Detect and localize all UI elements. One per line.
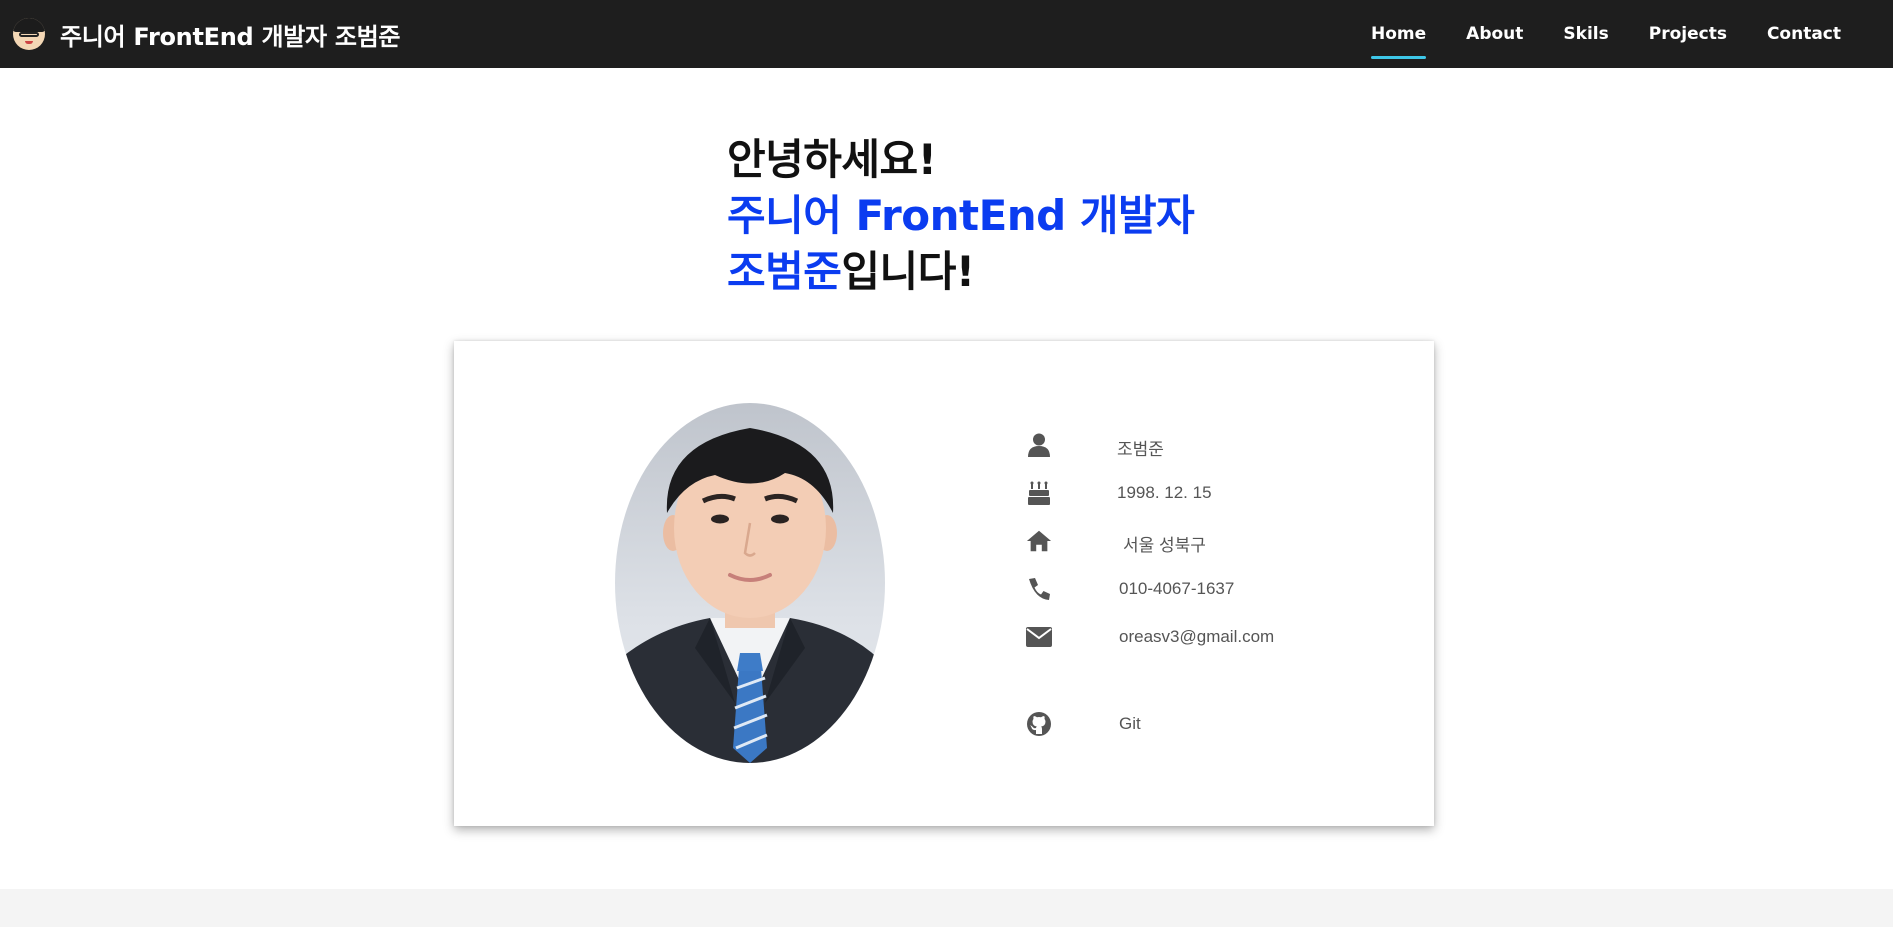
- nav-skils[interactable]: Skils: [1563, 0, 1608, 68]
- site-title[interactable]: 주니어 FrontEnd 개발자 조범준: [60, 17, 401, 52]
- info-row-address: [1026, 526, 1052, 556]
- profile-phone[interactable]: 010-4067-1637: [1119, 579, 1234, 599]
- nav-home[interactable]: Home: [1371, 0, 1427, 68]
- top-navbar: 주니어 FrontEnd 개발자 조범준 Home About Skils Pr…: [0, 0, 1893, 68]
- birthday-cake-icon: [1026, 480, 1052, 506]
- logo-avatar-icon: [13, 18, 45, 50]
- info-row-name: [1026, 430, 1052, 460]
- git-link[interactable]: Git: [1119, 714, 1141, 734]
- info-row-phone: [1026, 574, 1052, 604]
- info-row-birth: [1026, 478, 1052, 508]
- home-icon: [1026, 528, 1052, 554]
- profile-photo: [615, 403, 885, 763]
- phone-icon: [1026, 576, 1052, 602]
- nav-about[interactable]: About: [1466, 0, 1523, 68]
- nav-contact[interactable]: Contact: [1767, 0, 1841, 68]
- profile-email[interactable]: oreasv3@gmail.com: [1119, 627, 1274, 647]
- info-row-git: [1026, 709, 1052, 739]
- profile-birth: 1998. 12. 15: [1117, 483, 1212, 502]
- hero-name: 조범준: [727, 247, 842, 296]
- profile-name: 조범준: [1117, 440, 1164, 459]
- envelope-icon: [1026, 624, 1052, 650]
- user-icon: [1026, 432, 1052, 458]
- hero-role: 주니어 FrontEnd 개발자: [727, 191, 1195, 240]
- hero-suffix: 입니다!: [841, 247, 975, 296]
- main-nav: Home About Skils Projects Contact: [1331, 0, 1841, 68]
- hero-greeting: 안녕하세요!: [727, 135, 937, 184]
- profile-card: 조범준 1998. 12. 15 서울 성북구 010-4067-1637 or…: [454, 341, 1434, 826]
- logo[interactable]: 주니어 FrontEnd 개발자 조범준: [13, 17, 401, 52]
- profile-address: 서울 성북구: [1123, 536, 1206, 555]
- info-row-email: [1026, 622, 1052, 652]
- hero-name-line: 조범준입니다!: [727, 244, 1194, 300]
- next-section-strip: [0, 889, 1893, 927]
- nav-projects[interactable]: Projects: [1649, 0, 1727, 68]
- hero-heading: 안녕하세요! 주니어 FrontEnd 개발자 조범준입니다!: [727, 132, 1195, 300]
- github-icon[interactable]: [1026, 711, 1052, 737]
